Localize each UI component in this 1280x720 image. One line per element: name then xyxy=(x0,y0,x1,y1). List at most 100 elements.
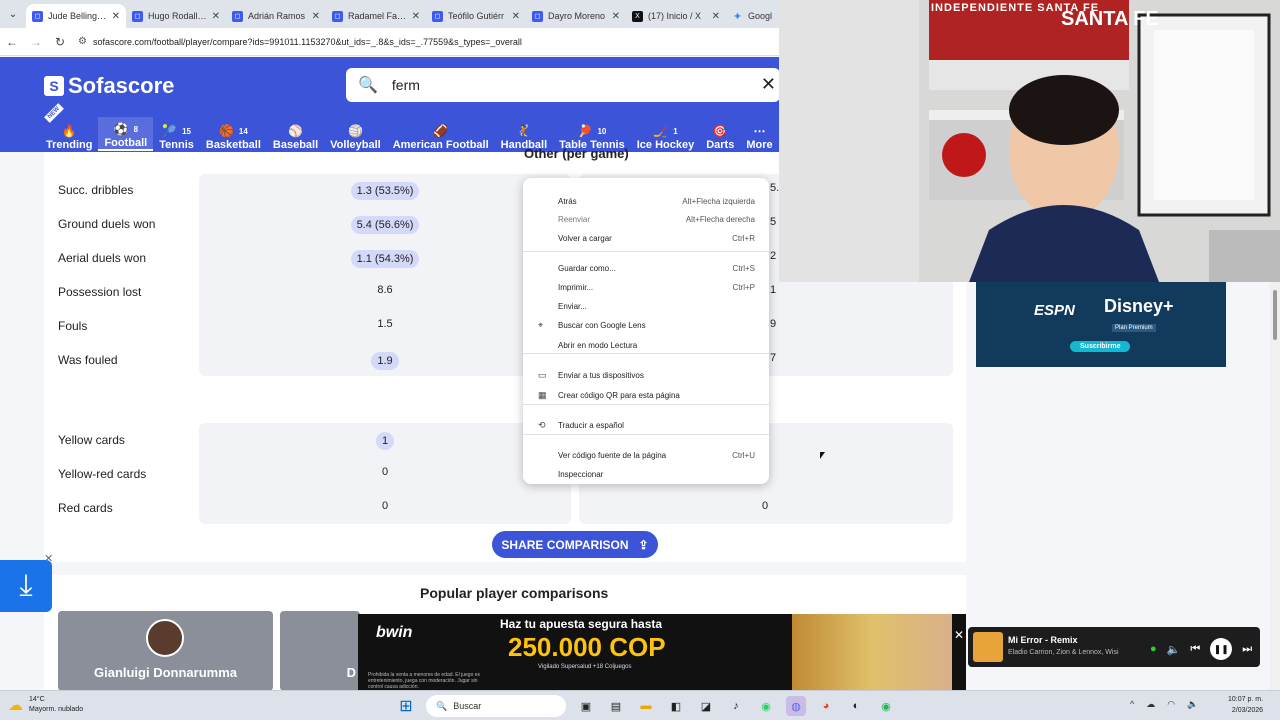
sport-tab-tennis[interactable]: 🎾 15 Tennis xyxy=(153,117,200,151)
sport-tab-ice-hockey[interactable]: 🏒 1 Ice Hockey xyxy=(631,117,700,151)
tab-search-icon[interactable]: ⌄ xyxy=(0,0,26,28)
scrollbar-thumb[interactable] xyxy=(1273,290,1277,340)
previous-icon[interactable]: ⏮ xyxy=(1190,643,1200,656)
url-text[interactable]: sofascore.com/football/player/compare?id… xyxy=(93,37,522,47)
sport-icon: 🏀 xyxy=(218,124,234,138)
live-count: 15 xyxy=(182,126,191,136)
clock[interactable]: 10:07 p. m. 2/03/2026 xyxy=(1228,694,1263,716)
share-comparison-button[interactable]: SHARE COMPARISON ⇪ xyxy=(492,531,658,558)
close-tab-icon[interactable]: ✕ xyxy=(412,11,420,22)
sport-label: Baseball xyxy=(272,139,319,151)
sport-tab-darts[interactable]: 🎯 Darts xyxy=(700,117,740,151)
clear-search-icon[interactable]: ✕ xyxy=(761,74,776,95)
browser-tab[interactable]: X (17) Inicio / X ✕ xyxy=(626,4,726,28)
espn-disney-ad[interactable]: ESPN Disney+ Plan Premium Suscribirme xyxy=(976,282,1226,367)
browser-tab[interactable]: ◻ Hugo Rodalleg ✕ xyxy=(126,4,226,28)
subscribe-button[interactable]: Suscribirme xyxy=(1070,341,1131,352)
sport-tab-basketball[interactable]: 🏀 14 Basketball xyxy=(200,117,267,151)
context-menu-item[interactable]: ▭ Enviar a tus dispositivos xyxy=(523,366,769,384)
liked-icon[interactable]: ● xyxy=(1150,643,1157,655)
context-menu-item[interactable]: Imprimir... Ctrl+P xyxy=(523,278,769,296)
browser-tab[interactable]: ◻ Jude Bellinghm ✕ xyxy=(26,4,126,28)
chevron-up-icon[interactable]: ^ xyxy=(1130,699,1134,710)
screen: ⌄ ◻ Jude Bellinghm ✕ ◻ Hugo Rodalleg ✕ ◻ Adrián… xyxy=(0,0,1280,720)
scrollbar[interactable] xyxy=(1270,282,1280,690)
context-menu-item[interactable]: ⟲ Traducir a español xyxy=(523,416,769,434)
context-menu-item[interactable]: ▦ Crear código QR para esta página xyxy=(523,386,769,404)
sport-tab-football[interactable]: ⚽ 8 Football xyxy=(98,117,154,151)
next-icon[interactable]: ⏭ xyxy=(1242,643,1252,656)
close-tab-icon[interactable]: ✕ xyxy=(512,11,520,22)
sport-tab-trending[interactable]: NEW 🔥 Trending xyxy=(40,103,98,151)
comparison-card[interactable]: Gianluigi Donnarumma xyxy=(58,611,273,691)
context-menu-item[interactable]: Abrir en modo Lectura xyxy=(523,336,769,354)
network-icon[interactable]: ☁ xyxy=(1146,699,1155,710)
player-b-value: 1 xyxy=(770,284,777,296)
context-menu-item[interactable]: Ver código fuente de la página Ctrl+U xyxy=(523,446,769,464)
browser-tab[interactable]: ◻ Dayro Moreno ✕ xyxy=(526,4,626,28)
bwin-ad-banner[interactable]: bwin Haz tu apuesta segura hasta 250.000… xyxy=(358,614,966,690)
site-info-icon[interactable]: ⚙ xyxy=(78,36,87,47)
context-menu-item[interactable]: Volver a cargar Ctrl+R xyxy=(523,229,769,247)
forward-icon[interactable]: → xyxy=(24,35,48,49)
menu-item-label: Inspeccionar xyxy=(558,469,604,479)
windows-start-icon[interactable]: ⊞ xyxy=(396,696,416,716)
context-menu-item[interactable]: Inspeccionar xyxy=(523,465,769,483)
file-explorer-icon[interactable]: ▬ xyxy=(636,696,656,716)
comparison-card[interactable]: D xyxy=(280,611,360,691)
system-tray: ^ ☁ ◠ 🔈 xyxy=(1130,699,1198,710)
stat-label: Succ. dribbles xyxy=(58,183,134,197)
sport-icon: 🏓 xyxy=(577,124,593,138)
spotify-icon[interactable]: ◉ xyxy=(876,696,896,716)
close-tab-icon[interactable]: ✕ xyxy=(712,11,720,22)
back-icon[interactable]: ← xyxy=(0,35,24,49)
wifi-icon[interactable]: ◠ xyxy=(1167,699,1175,710)
sport-tab-american-football[interactable]: 🏈 American Football xyxy=(387,117,495,151)
close-tab-icon[interactable]: ✕ xyxy=(312,11,320,22)
close-tab-icon[interactable]: ✕ xyxy=(112,11,120,22)
volume-icon[interactable]: 🔈 xyxy=(1187,699,1198,710)
app-icon[interactable]: ◐ xyxy=(846,696,866,716)
url-field[interactable]: ⚙ sofascore.com/football/player/compare?… xyxy=(78,36,522,47)
close-tab-icon[interactable]: ✕ xyxy=(612,11,620,22)
store-icon[interactable]: ◧ xyxy=(666,696,686,716)
player-b-value: 9 xyxy=(770,318,777,330)
tiktok-icon[interactable]: ♪ xyxy=(726,696,746,716)
sport-tab-volleyball[interactable]: 🏐 Volleyball xyxy=(324,117,387,151)
sport-tab-more[interactable]: ⋯ More xyxy=(740,117,778,151)
chrome-icon[interactable]: ◕ xyxy=(816,696,836,716)
browser-tab[interactable]: ◻ Teófilo Gutiérr ✕ xyxy=(426,4,526,28)
pause-icon[interactable]: ❚❚ xyxy=(1210,638,1233,660)
menu-item-label: Volver a cargar xyxy=(558,233,612,243)
discord-icon[interactable]: ◍ xyxy=(786,696,806,716)
menu-separator xyxy=(523,251,769,252)
taskbar-search[interactable]: 🔍 Buscar xyxy=(426,695,566,717)
close-tab-icon[interactable]: ✕ xyxy=(212,11,220,22)
search-input[interactable]: ferm xyxy=(392,77,420,93)
context-menu-item[interactable]: Atrás Alt+Flecha izquierda xyxy=(523,192,769,210)
menu-item-shortcut: Alt+Flecha derecha xyxy=(685,214,755,224)
capcut-icon[interactable]: ◪ xyxy=(696,696,716,716)
download-icon[interactable]: ⤓ xyxy=(0,560,52,612)
context-menu-item[interactable]: Reenviar Alt+Flecha derecha xyxy=(523,210,769,228)
context-menu-item[interactable]: Guardar como... Ctrl+S xyxy=(523,259,769,277)
browser-tab[interactable]: ◻ Radamel Falca ✕ xyxy=(326,4,426,28)
sport-label: Darts xyxy=(706,139,735,151)
sport-icon: 🔥 xyxy=(61,124,77,138)
player-name: Gianluigi Donnarumma xyxy=(93,665,237,680)
context-menu-item[interactable]: ⌖ Buscar con Google Lens xyxy=(523,316,769,334)
close-ad-icon[interactable]: ✕ xyxy=(954,628,964,642)
menu-item-icon: ▭ xyxy=(538,369,547,380)
search-bar[interactable]: 🔍 ferm ✕ xyxy=(346,68,780,102)
speaker-icon[interactable]: 🔈 xyxy=(1167,643,1181,656)
weather-widget[interactable]: ☁ 14°C Mayorm. nublado xyxy=(8,695,83,715)
browser-tab[interactable]: ◻ Adrián Ramos ✕ xyxy=(226,4,326,28)
context-menu-item[interactable]: Enviar... xyxy=(523,297,769,315)
reload-icon[interactable]: ↻ xyxy=(48,35,72,49)
whatsapp-icon[interactable]: ◉ xyxy=(756,696,776,716)
plan-label: Plan Premium xyxy=(1112,324,1156,332)
sofascore-logo[interactable]: S Sofascore xyxy=(44,73,174,99)
sport-tab-baseball[interactable]: ⚾ Baseball xyxy=(267,117,324,151)
task-view-icon[interactable]: ▣ xyxy=(576,696,596,716)
widgets-icon[interactable]: ▤ xyxy=(606,696,626,716)
